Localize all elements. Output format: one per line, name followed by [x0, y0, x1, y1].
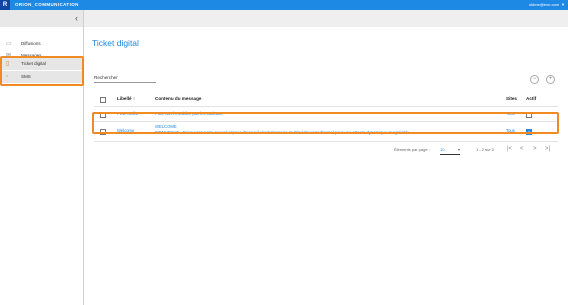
user-menu-caret-icon[interactable]: ▼: [561, 0, 565, 10]
divider: [94, 106, 558, 107]
column-header-sites: Sites: [506, 96, 517, 101]
row-highlight-box: [92, 112, 559, 134]
sidebar-item-label: Diffusions: [21, 41, 41, 46]
column-header-libelle[interactable]: Libellé ↑: [117, 96, 135, 102]
prev-page-button[interactable]: <: [520, 146, 524, 153]
sidebar: ‹ ▭ Diffusions ✉ Messages ▯ Ticket digit…: [0, 10, 84, 305]
next-page-button[interactable]: >: [533, 146, 537, 153]
content-header-bar: [84, 10, 568, 27]
page-range: 1 - 2 sur 2: [476, 147, 495, 152]
monitor-icon: ▭: [6, 41, 12, 47]
main-content: Ticket digital Rechercher − + Libellé ↑ …: [84, 10, 568, 305]
dropdown-caret-icon: ▾: [457, 147, 460, 152]
remove-button[interactable]: −: [530, 75, 539, 84]
top-bar: R ORION_COMMUNICATION oldme@ecn.com ▼: [0, 0, 568, 10]
app-name: ORION_COMMUNICATION: [15, 2, 79, 7]
first-page-button[interactable]: |<: [507, 146, 512, 153]
page-title: Ticket digital: [92, 38, 139, 48]
add-button[interactable]: +: [546, 75, 555, 84]
sidebar-highlight-box: [0, 56, 84, 86]
sidebar-collapse-bar: ‹: [0, 10, 83, 27]
sidebar-item-diffusions[interactable]: ▭ Diffusions: [0, 38, 83, 50]
divider: [94, 141, 558, 142]
per-page-value: 10: [440, 147, 445, 152]
per-page-select[interactable]: 10 ▾: [440, 147, 460, 155]
column-header-contenu: Contenu du message: [155, 96, 202, 101]
search-input[interactable]: Rechercher: [94, 73, 156, 83]
user-menu[interactable]: oldme@ecn.com: [529, 0, 559, 10]
select-all-checkbox[interactable]: [100, 97, 106, 103]
app-logo[interactable]: R: [0, 0, 10, 10]
per-page-label: Éléments par page :: [394, 147, 430, 152]
collapse-chevron-icon[interactable]: ‹: [75, 12, 78, 24]
last-page-button[interactable]: >|: [545, 146, 550, 153]
column-header-actif: Actif: [526, 96, 537, 101]
